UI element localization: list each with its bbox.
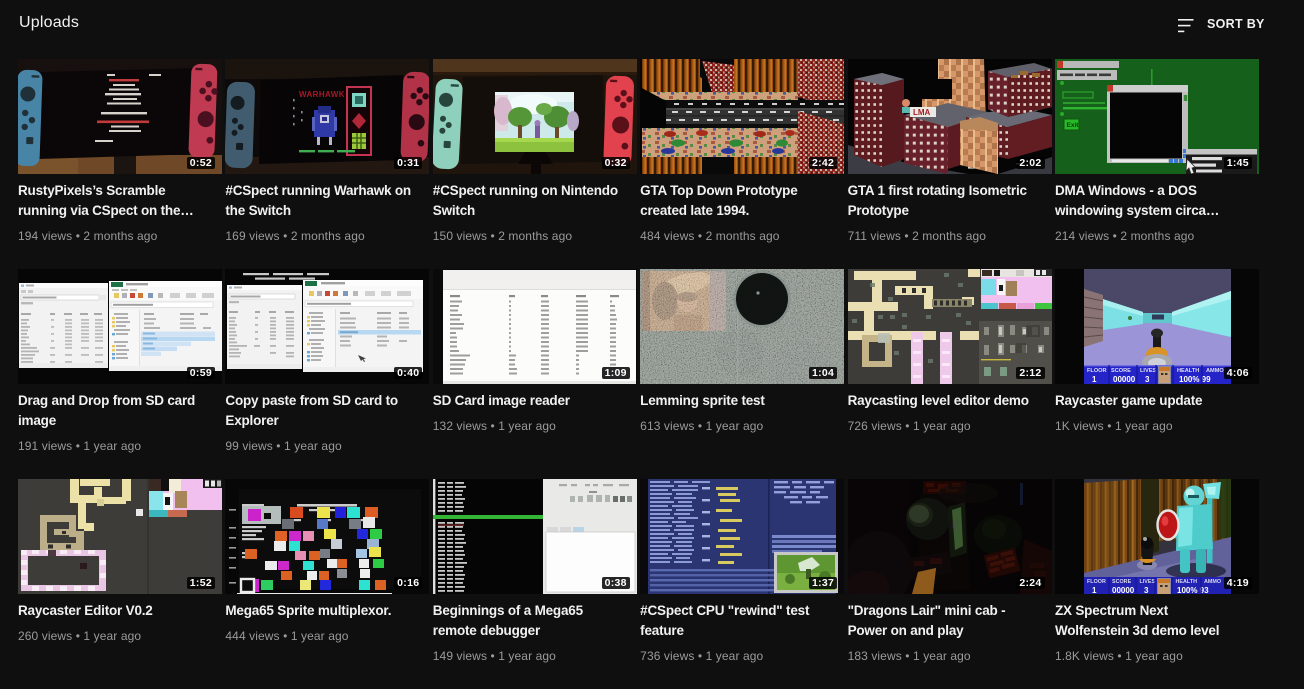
svg-text:LIVES: LIVES	[1140, 368, 1156, 374]
svg-text:3: 3	[1144, 586, 1149, 594]
svg-text:100% 99: 100% 99	[1179, 375, 1211, 384]
svg-text:LIVES: LIVES	[1139, 579, 1155, 585]
svg-text:100% 93: 100% 93	[1177, 586, 1209, 594]
svg-text:3: 3	[1145, 375, 1150, 384]
svg-text:AMMO: AMMO	[1206, 368, 1224, 374]
svg-text:1: 1	[1092, 586, 1097, 594]
svg-text:WARHAWK: WARHAWK	[299, 90, 345, 99]
svg-text:HEALTH: HEALTH	[1175, 579, 1197, 585]
svg-text:FLOOR: FLOOR	[1087, 368, 1107, 374]
svg-text:HEALTH: HEALTH	[1177, 368, 1199, 374]
svg-text:LMA: LMA	[913, 108, 931, 117]
svg-text:00000: 00000	[1112, 586, 1135, 594]
svg-text:AMMO: AMMO	[1204, 579, 1221, 585]
svg-text:SCORE: SCORE	[1112, 579, 1132, 585]
svg-text:SCORE: SCORE	[1111, 368, 1131, 374]
svg-text:00000: 00000	[1113, 375, 1136, 384]
svg-text:Exit: Exit	[1066, 122, 1079, 129]
svg-text:FLOOR: FLOOR	[1087, 579, 1106, 585]
svg-text:1: 1	[1092, 375, 1097, 384]
